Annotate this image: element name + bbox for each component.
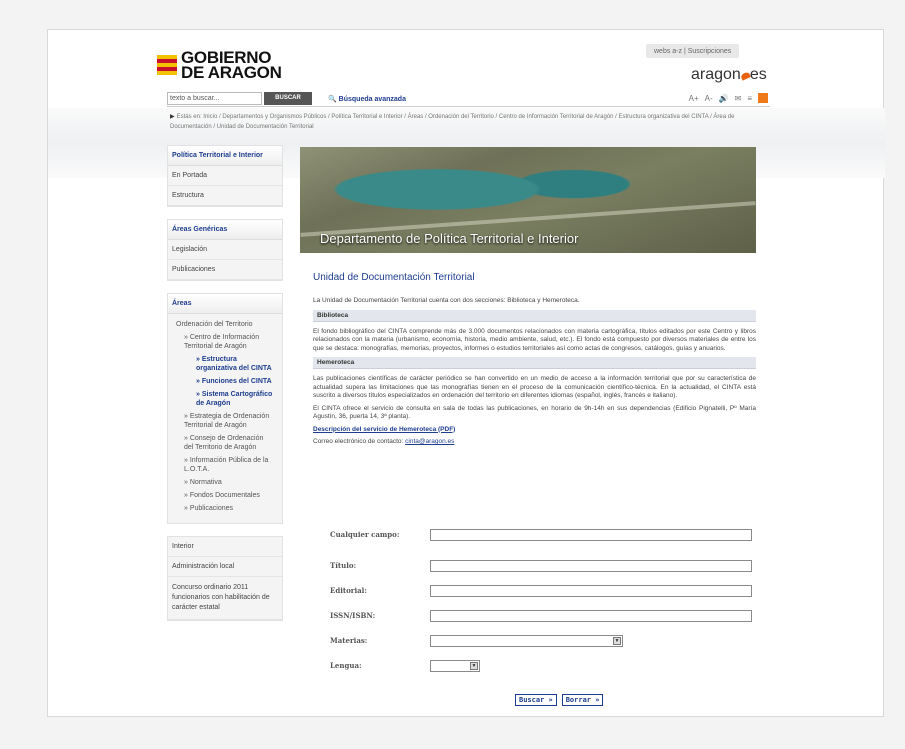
sidebar: Política Territorial e Interior En Porta… [167,145,283,633]
logo-line2: DE ARAGON [181,63,282,82]
sidebar-head-areas-genericas: Áreas Genéricas [168,220,282,240]
form-row-titulo: Título: [330,559,760,572]
form-row-issn: ISSN/ISBN: [330,609,760,622]
search-form: Cualquier campo: Título: Editorial: ISSN… [330,528,760,684]
tree-fondos-documentales[interactable]: » Fondos Documentales [176,491,274,500]
sidebar-box-areas: Áreas Ordenación del Territorio » Centro… [167,293,283,524]
label-materias: Materias: [330,636,368,645]
sidebar-item-en-portada[interactable]: En Portada [168,166,282,186]
tree-consejo[interactable]: » Consejo de Ordenación del Territorio d… [176,434,274,452]
breadcrumb: ▶ Estás en: Inicio / Departamentos y Orga… [170,112,770,132]
search-button[interactable]: BUSCAR [264,92,312,105]
tree-estructura-cinta[interactable]: » Estructura organizativa del CINTA [176,355,274,373]
department-banner: Departamento de Política Territorial e I… [300,147,756,253]
brand-suffix: es [749,66,767,83]
contact-row: Correo electrónico de contacto: cinta@ar… [313,438,756,447]
form-row-editorial: Editorial: [330,584,760,597]
main-content: Unidad de Documentación Territorial La U… [313,272,756,451]
sidebar-head-politica[interactable]: Política Territorial e Interior [168,146,282,166]
input-issn[interactable] [430,609,752,622]
label-issn: ISSN/ISBN: [330,611,376,620]
consulta-text: El CINTA ofrece el servicio de consulta … [313,404,756,421]
advanced-search-link[interactable]: 🔍 Búsqueda avanzada [328,95,406,103]
search-input[interactable] [167,92,262,105]
label-editorial: Editorial: [330,586,367,595]
brand-text: aragon [691,66,741,83]
label-lengua: Lengua: [330,661,362,670]
hemeroteca-pdf-link[interactable]: Descripción del servicio de Hemeroteca (… [313,426,455,433]
audio-icon[interactable]: 🔊 [719,94,729,103]
mail-icon[interactable]: ✉ [735,94,742,103]
sidebar-box-department: Política Territorial e Interior En Porta… [167,145,283,207]
label-cualquier-campo: Cualquier campo: [330,530,400,539]
sidebar-item-legislacion[interactable]: Legislación [168,240,282,260]
intro-text: La Unidad de Documentación Territorial c… [313,297,580,304]
input-editorial[interactable] [430,584,752,597]
dropdown-arrow-icon[interactable]: ▼ [470,661,478,670]
aragon-es-logo[interactable]: aragon es [691,66,767,84]
tree-publicaciones[interactable]: » Publicaciones [176,504,274,513]
input-titulo[interactable] [430,559,752,572]
page-title: Unidad de Documentación Territorial [313,272,475,283]
rss-icon[interactable] [758,93,768,103]
sidebar-box-areas-genericas: Áreas Genéricas Legislación Publicacione… [167,219,283,281]
sidebar-item-interior[interactable]: Interior [168,537,282,557]
tools: A+ A- 🔊 ✉ ≡ [689,93,768,103]
biblioteca-text: El fondo bibliográfico del CINTA compren… [313,327,756,352]
borrar-button[interactable]: Borrar » [561,694,604,706]
form-row-lengua: Lengua: ▼ [330,659,760,672]
tree-funciones-cinta[interactable]: » Funciones del CINTA [176,377,274,386]
sidebar-item-estructura[interactable]: Estructura [168,186,282,206]
tree-normativa[interactable]: » Normativa [176,478,274,487]
tree-sistema-cartografico[interactable]: » Sistema Cartográfico de Aragón [176,390,274,408]
dropdown-arrow-icon[interactable]: ▼ [613,636,621,645]
tree-estrategia[interactable]: » Estrategia de Ordenación Territorial d… [176,412,274,430]
form-row-cualquier: Cualquier campo: [330,528,760,541]
buscar-button[interactable]: Buscar » [515,694,557,706]
select-lengua[interactable]: ▼ [430,659,480,672]
breadcrumb-text[interactable]: Estás en: Inicio / Departamentos y Organ… [170,114,734,130]
print-icon[interactable]: ≡ [747,94,752,103]
pdf-link-row: Descripción del servicio de Hemeroteca (… [313,426,756,435]
areas-tree: Ordenación del Territorio » Centro de In… [168,314,282,523]
banner-title: Departamento de Política Territorial e I… [320,231,579,246]
sidebar-item-concurso[interactable]: Concurso ordinario 2011 funcionarios con… [168,577,282,620]
page-frame: GOBIERNO DE ARAGON webs a-z | Suscripcio… [47,29,885,717]
contact-label: Correo electrónico de contacto: [313,438,406,445]
sidebar-box-other: Interior Administración local Concurso o… [167,536,283,621]
section-biblioteca: Biblioteca [313,309,756,322]
tree-informacion-publica[interactable]: » Información Pública de la L.O.T.A. [176,456,274,474]
form-row-materias: Materias: ▼ [330,634,760,647]
sidebar-item-publicaciones[interactable]: Publicaciones [168,260,282,280]
form-buttons: Buscar » Borrar » [515,694,604,706]
aragon-flag-icon [157,55,177,75]
select-materias[interactable]: ▼ [430,634,623,647]
sidebar-head-areas: Áreas [168,294,282,314]
input-cualquier-campo[interactable] [430,528,752,541]
breadcrumb-arrow-icon: ▶ [170,114,175,120]
tree-centro-informacion[interactable]: » Centro de Información Territorial de A… [176,333,274,351]
hemeroteca-text: Las publicaciones científicas de carácte… [313,375,756,399]
advanced-search-label[interactable]: Búsqueda avanzada [339,96,406,103]
search-bar: BUSCAR 🔍 Búsqueda avanzada A+ A- 🔊 ✉ ≡ [167,91,770,107]
gobierno-logo[interactable]: GOBIERNO DE ARAGON [157,49,282,82]
label-titulo: Título: [330,561,357,570]
section-hemeroteca: Hemeroteca [313,357,756,369]
contact-email-link[interactable]: cinta@aragon.es [405,438,454,445]
sidebar-item-administracion-local[interactable]: Administración local [168,557,282,577]
font-increase-button[interactable]: A+ [689,94,699,103]
top-links[interactable]: webs a-z | Suscripciones [646,44,740,58]
tree-ordenacion[interactable]: Ordenación del Territorio [176,320,274,329]
top-links-text[interactable]: webs a-z | Suscripciones [654,48,731,55]
font-decrease-button[interactable]: A- [705,94,713,103]
